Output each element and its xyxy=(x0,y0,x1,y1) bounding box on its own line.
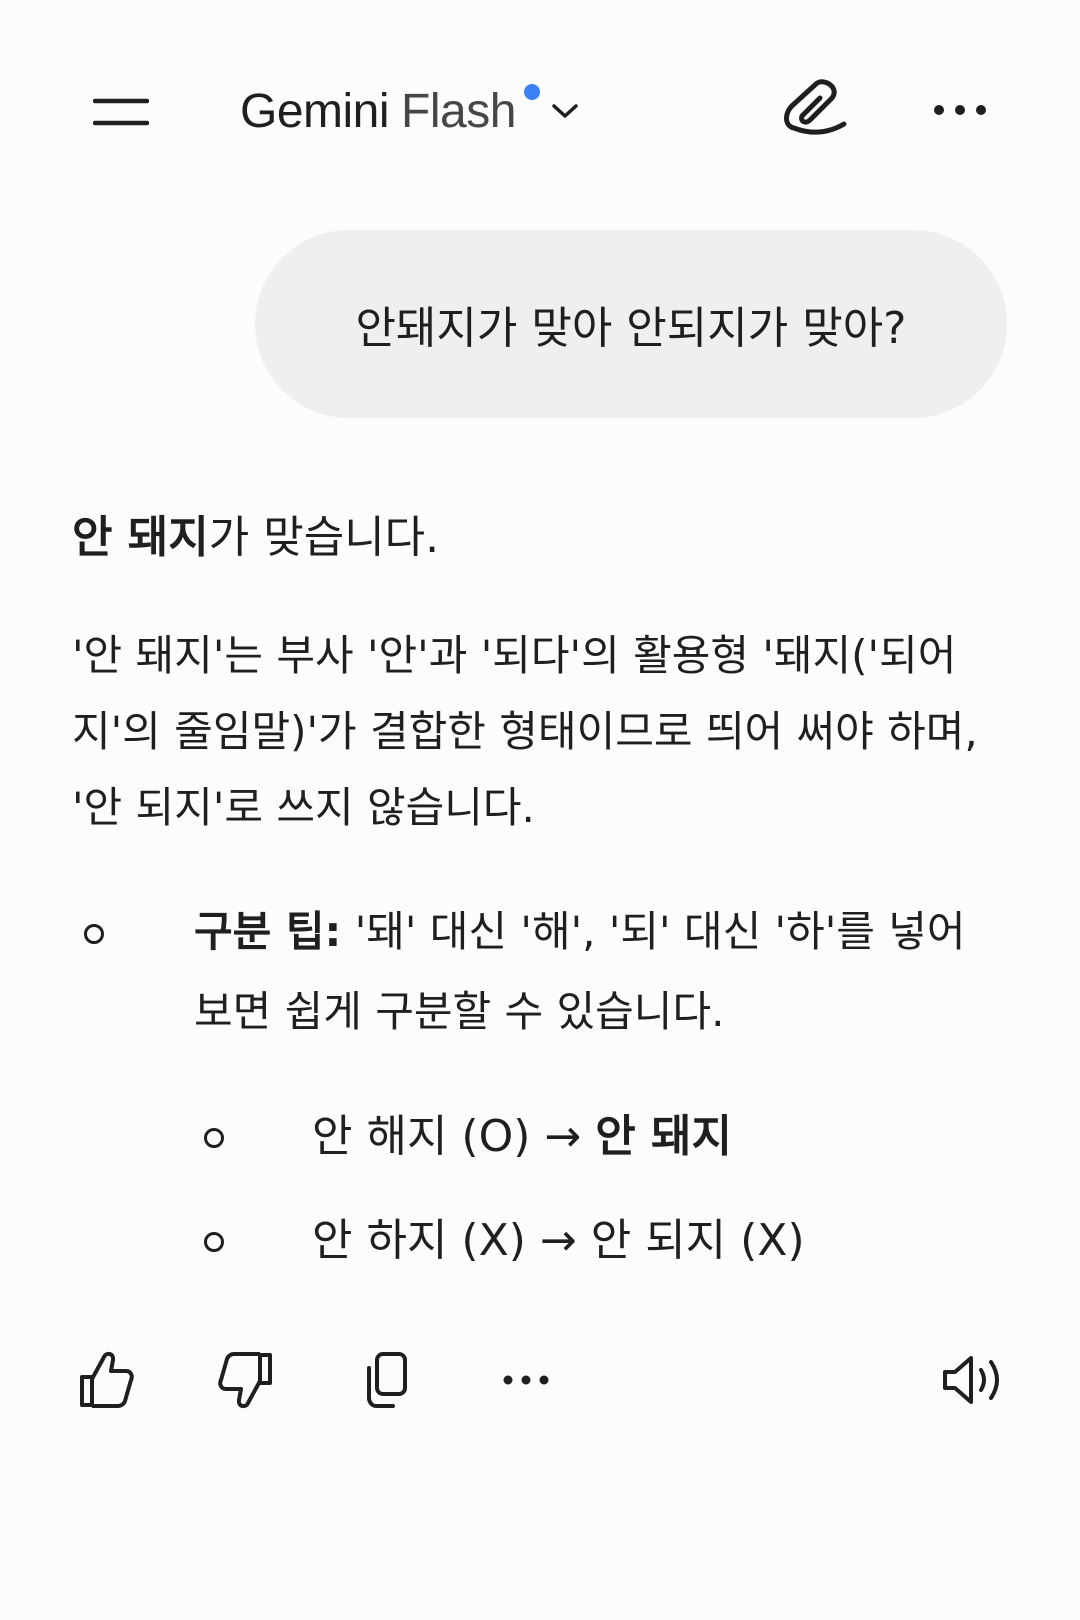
chevron-down-icon xyxy=(550,101,580,121)
list-item-text: 구분 팁: '돼' 대신 '해', '되' 대신 '하'를 넣어보면 쉽게 구분… xyxy=(194,892,994,1052)
more-horizontal-icon xyxy=(934,105,986,115)
menu-button[interactable] xyxy=(76,82,166,142)
more-actions-button[interactable] xyxy=(486,1340,566,1420)
bullet-marker xyxy=(204,1128,224,1148)
copy-icon xyxy=(367,1352,407,1408)
good-response-button[interactable] xyxy=(66,1340,146,1420)
sub-list-item-text: 안 해지 (O) → 안 돼지 xyxy=(312,1092,972,1182)
thumb-down-icon xyxy=(218,1352,272,1409)
model-selector[interactable]: Gemini Flash xyxy=(240,76,580,146)
app-title: Gemini xyxy=(240,84,390,138)
thumb-up-icon xyxy=(80,1351,134,1408)
bad-response-button[interactable] xyxy=(206,1340,286,1420)
user-message-bubble: 안돼지가 맞아 안되지가 맞아? xyxy=(255,230,1007,418)
speaker-icon xyxy=(943,1356,999,1404)
more-options-button[interactable] xyxy=(920,78,1000,142)
sub-item-plain: 안 해지 (O) → xyxy=(312,1111,596,1162)
response-paragraph: '안 돼지'는 부사 '안'과 '되다'의 활용형 '돼지('되어지'의 줄임말… xyxy=(72,631,978,832)
model-response: 안 돼지가 맞습니다. '안 돼지'는 부사 '안'과 '되다'의 활용형 '돼… xyxy=(72,500,1012,1266)
new-indicator-dot xyxy=(523,84,540,100)
sub-item-plain: 안 하지 (X) → 안 되지 (X) xyxy=(312,1215,805,1266)
response-lead-rest: 가 맞습니다. xyxy=(208,512,440,563)
new-chat-button[interactable] xyxy=(775,70,855,150)
user-message-text: 안돼지가 맞아 안되지가 맞아? xyxy=(355,303,907,354)
copy-button[interactable] xyxy=(346,1340,426,1420)
sub-list-item-text: 안 하지 (X) → 안 되지 (X) xyxy=(312,1196,972,1286)
bullet-marker xyxy=(84,924,104,944)
response-lead: 안 돼지가 맞습니다. xyxy=(72,500,1012,576)
model-name: Flash xyxy=(401,84,516,138)
tip-label: 구분 팁: xyxy=(194,907,342,956)
response-lead-bold: 안 돼지 xyxy=(72,512,209,563)
response-action-bar xyxy=(0,1340,1080,1440)
more-horizontal-icon xyxy=(503,1375,549,1385)
read-aloud-button[interactable] xyxy=(934,1340,1014,1420)
menu-icon xyxy=(93,98,149,126)
edit-icon xyxy=(784,79,847,135)
sub-item-bold: 안 돼지 xyxy=(595,1111,732,1162)
top-app-bar: Gemini Flash xyxy=(0,0,1080,200)
bullet-marker xyxy=(204,1232,224,1252)
